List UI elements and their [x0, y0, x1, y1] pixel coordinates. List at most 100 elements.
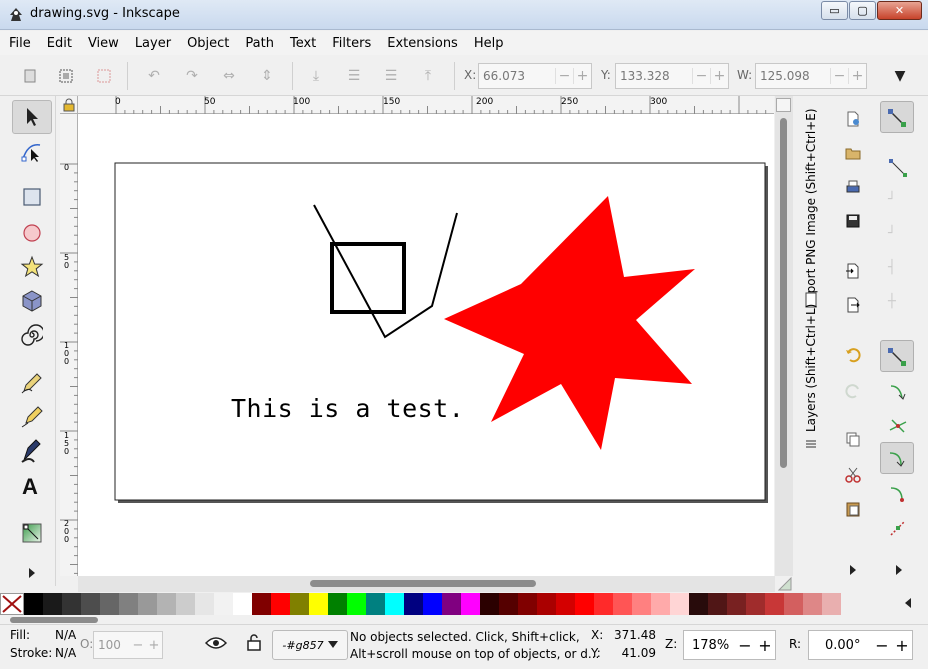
- visibility-eye-icon[interactable]: [204, 635, 228, 655]
- color-swatch[interactable]: [138, 593, 157, 615]
- color-swatch[interactable]: [233, 593, 252, 615]
- snap-bbox-corner-icon[interactable]: ┘: [888, 226, 896, 241]
- color-swatch[interactable]: [613, 593, 632, 615]
- snap-nodes-button[interactable]: [880, 340, 914, 372]
- zoom-in-button[interactable]: +: [755, 636, 775, 655]
- rotate-increment-button[interactable]: +: [892, 636, 912, 655]
- zoom-out-button[interactable]: −: [735, 636, 755, 655]
- menu-extensions[interactable]: Extensions: [387, 36, 458, 51]
- flip-vertical-icon[interactable]: ⇕: [257, 66, 277, 86]
- rotate-ccw-icon[interactable]: ↶: [144, 66, 164, 86]
- color-swatch[interactable]: [480, 593, 499, 615]
- snap-path-icon[interactable]: [888, 382, 908, 406]
- layer-lock-icon[interactable]: [246, 633, 262, 655]
- color-swatch[interactable]: [309, 593, 328, 615]
- rotate-decrement-button[interactable]: −: [872, 636, 892, 655]
- menu-view[interactable]: View: [88, 36, 119, 51]
- color-swatch[interactable]: [385, 593, 404, 615]
- star-tool[interactable]: [12, 250, 52, 284]
- vertical-scrollbar[interactable]: [775, 96, 793, 576]
- x-increment[interactable]: +: [573, 68, 591, 84]
- x-field[interactable]: 66.073 − +: [478, 63, 592, 89]
- menu-text[interactable]: Text: [290, 36, 316, 51]
- vertical-scroll-thumb[interactable]: [780, 118, 787, 468]
- color-swatch[interactable]: [423, 593, 442, 615]
- snap-bbox-edge-icon[interactable]: ┘: [888, 192, 896, 207]
- more-tools-arrow[interactable]: [12, 556, 52, 590]
- rotation-field[interactable]: 0.00° − +: [808, 630, 913, 660]
- y-increment[interactable]: +: [710, 68, 728, 84]
- more-snap-arrow[interactable]: [894, 564, 904, 580]
- color-swatch[interactable]: [43, 593, 62, 615]
- lower-icon[interactable]: ☰: [344, 66, 364, 86]
- color-swatch[interactable]: [328, 593, 347, 615]
- zoom-field[interactable]: 178% − +: [683, 630, 776, 660]
- guide-lock-corner[interactable]: [60, 96, 78, 114]
- canvas-text[interactable]: This is a test.: [231, 394, 464, 423]
- paste-icon[interactable]: [844, 500, 862, 522]
- y-decrement[interactable]: −: [692, 68, 710, 84]
- copy-icon[interactable]: [844, 430, 862, 452]
- color-swatch[interactable]: [499, 593, 518, 615]
- snap-bbox-icon[interactable]: [888, 158, 908, 182]
- x-decrement[interactable]: −: [555, 68, 573, 84]
- color-swatch[interactable]: [632, 593, 651, 615]
- selector-tool[interactable]: [12, 100, 52, 134]
- color-swatch[interactable]: [575, 593, 594, 615]
- color-swatch[interactable]: [195, 593, 214, 615]
- more-commands-arrow[interactable]: [848, 564, 858, 580]
- color-swatch[interactable]: [157, 593, 176, 615]
- redo-icon[interactable]: [844, 382, 862, 404]
- palette-scrollbar[interactable]: [10, 617, 98, 623]
- layers-tab[interactable]: Layers (Shift+Ctrl+L): [804, 304, 818, 432]
- color-swatch[interactable]: [62, 593, 81, 615]
- color-manage-icon[interactable]: [777, 576, 793, 592]
- cut-icon[interactable]: [844, 466, 862, 488]
- opacity-field[interactable]: 100 − +: [93, 631, 163, 659]
- snap-toggle-button[interactable]: [880, 101, 914, 133]
- color-swatch[interactable]: [290, 593, 309, 615]
- save-icon[interactable]: [844, 212, 862, 234]
- snap-cusp-button[interactable]: [880, 442, 914, 474]
- color-swatch[interactable]: [765, 593, 784, 615]
- print-icon[interactable]: [844, 178, 862, 200]
- export-png-tab[interactable]: Export PNG Image (Shift+Ctrl+E): [804, 109, 818, 309]
- close-button[interactable]: ✕: [877, 1, 922, 20]
- color-swatch[interactable]: [404, 593, 423, 615]
- color-swatch[interactable]: [518, 593, 537, 615]
- text-tool[interactable]: A: [12, 468, 52, 502]
- import-icon[interactable]: [844, 262, 862, 284]
- horizontal-scroll-thumb[interactable]: [310, 580, 536, 587]
- color-swatch[interactable]: [651, 593, 670, 615]
- select-all-layers-icon[interactable]: [56, 66, 76, 86]
- color-swatch[interactable]: [537, 593, 556, 615]
- 3d-box-tool[interactable]: [12, 284, 52, 318]
- color-swatch[interactable]: [670, 593, 689, 615]
- raise-icon[interactable]: ☰: [381, 66, 401, 86]
- menu-filters[interactable]: Filters: [332, 36, 371, 51]
- open-folder-icon[interactable]: [844, 144, 862, 166]
- color-swatch[interactable]: [100, 593, 119, 615]
- calligraphy-tool[interactable]: [12, 434, 52, 468]
- color-swatch[interactable]: [442, 593, 461, 615]
- rectangle-tool[interactable]: [12, 180, 52, 214]
- snap-intersection-icon[interactable]: [888, 416, 908, 440]
- w-decrement[interactable]: −: [830, 68, 848, 84]
- color-swatch[interactable]: [594, 593, 613, 615]
- lower-to-bottom-icon[interactable]: ⤓: [306, 66, 326, 86]
- snap-smooth-icon[interactable]: [888, 484, 908, 508]
- export-file-icon[interactable]: [844, 296, 862, 318]
- color-swatch[interactable]: [366, 593, 385, 615]
- color-swatch[interactable]: [461, 593, 480, 615]
- w-field[interactable]: 125.098 − +: [755, 63, 867, 89]
- color-swatch[interactable]: [784, 593, 803, 615]
- rotate-cw-icon[interactable]: ↷: [182, 66, 202, 86]
- snap-midpoint-icon[interactable]: [888, 518, 908, 542]
- node-tool[interactable]: [12, 134, 52, 168]
- color-swatch[interactable]: [24, 593, 43, 615]
- menu-path[interactable]: Path: [245, 36, 274, 51]
- menu-object[interactable]: Object: [187, 36, 229, 51]
- ellipse-tool[interactable]: [12, 216, 52, 250]
- w-increment[interactable]: +: [848, 68, 866, 84]
- palette-scroll-arrow[interactable]: [888, 597, 928, 612]
